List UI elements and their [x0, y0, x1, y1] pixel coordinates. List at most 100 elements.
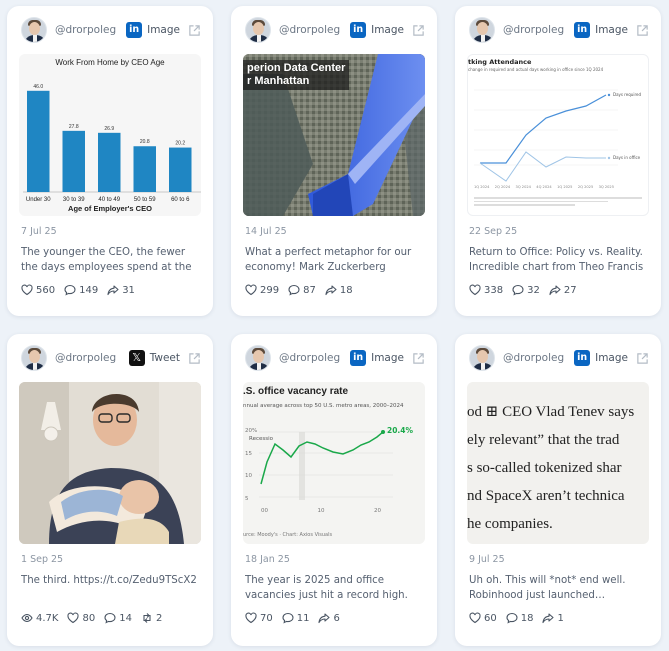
engagement-stats: 60 18 1 — [469, 612, 647, 624]
comment-icon — [512, 284, 524, 296]
vacancy-line-chart — [259, 430, 393, 500]
category-label: 60 to 6 — [171, 197, 190, 203]
comment-icon — [506, 612, 518, 624]
bar-chart: 46.0 Under 30 27.8 30 to 39 26.9 40 to 49 20.8… — [23, 84, 201, 203]
chart-bar — [169, 147, 192, 192]
source-badge: in Image — [350, 350, 404, 366]
x-tick-label: 1Q 2025 — [557, 185, 573, 189]
external-link-icon[interactable] — [412, 24, 425, 37]
post-card[interactable]: @drorpoleg in Image od ⊞ CEO Vlad Tenev … — [455, 334, 661, 646]
external-link-icon[interactable] — [636, 24, 649, 37]
post-card[interactable]: @drorpoleg in Image .S. office vacancy r… — [231, 334, 437, 646]
author-handle[interactable]: @drorpoleg — [279, 24, 350, 36]
father-baby-photo — [19, 382, 201, 544]
author-handle[interactable]: @drorpoleg — [55, 352, 129, 364]
shares-stat: 1 — [542, 612, 564, 624]
x-tick-label: 2Q 2024 — [494, 185, 511, 189]
chart-source: urce: Moody's · Chart: Axios Visuals — [243, 532, 333, 538]
source-label: Image — [371, 24, 404, 36]
category-label: Under 30 — [26, 197, 51, 203]
author-handle[interactable]: @drorpoleg — [55, 24, 126, 36]
post-date: 7 Jul 25 — [21, 226, 57, 237]
likes-stat: 338 — [469, 284, 503, 296]
x-tick-label: 3Q 2025 — [598, 185, 614, 189]
y-tick-label: 10 — [245, 473, 252, 480]
post-card[interactable]: @drorpoleg in Image Work From Home by CE… — [7, 6, 213, 316]
engagement-stats: 560 149 31 — [21, 284, 199, 296]
heart-icon — [469, 284, 481, 296]
avatar — [469, 17, 495, 43]
post-image-vacancy-chart[interactable]: .S. office vacancy rate nnual average ac… — [243, 382, 425, 544]
engagement-stats: 338 32 27 — [469, 284, 647, 296]
quote-line: od ⊞ CEO Vlad Tenev says — [467, 404, 635, 420]
external-link-icon[interactable] — [412, 352, 425, 365]
category-label: 50 to 59 — [134, 197, 156, 203]
comments-stat: 32 — [512, 284, 540, 296]
source-label: Tweet — [149, 352, 180, 364]
author-handle[interactable]: @drorpoleg — [503, 24, 574, 36]
source-badge: in Image — [126, 22, 180, 38]
post-photo[interactable] — [19, 382, 201, 544]
card-header: @drorpoleg in Image — [7, 6, 213, 54]
external-link-icon[interactable] — [188, 24, 201, 37]
post-text: Uh oh. This will *not* end well. Robinho… — [469, 575, 626, 601]
linkedin-icon: in — [574, 22, 591, 38]
engagement-stats: 4.7K 80 14 2 — [21, 612, 199, 624]
x-tick-label: 4Q 2024 — [536, 185, 552, 189]
quote-line: s so-called tokenized shar — [467, 460, 622, 476]
source-badge: in Image — [574, 22, 628, 38]
bar-value-label: 27.8 — [69, 124, 79, 130]
shares-stat: 6 — [318, 612, 340, 624]
post-card[interactable]: @drorpoleg in Image perion Data Center r… — [231, 6, 437, 316]
post-image-article-quote[interactable]: od ⊞ CEO Vlad Tenev says ely relevant” th… — [467, 382, 649, 544]
post-date: 22 Sep 25 — [469, 226, 518, 237]
avatar — [245, 17, 271, 43]
image-caption: perion Data Center r Manhattan — [243, 60, 350, 90]
author-handle[interactable]: @drorpoleg — [279, 352, 350, 364]
shares-stat: 31 — [107, 284, 135, 296]
post-date: 1 Sep 25 — [21, 554, 64, 565]
chart-end-label: 20.4% — [387, 426, 414, 435]
share-icon — [318, 613, 331, 624]
x-tick-label: 20 — [374, 508, 381, 514]
post-image-datacenter[interactable]: perion Data Center r Manhattan — [243, 54, 425, 216]
bar-value-label: 20.2 — [175, 141, 185, 147]
linkedin-icon: in — [574, 350, 591, 366]
heart-icon — [21, 284, 33, 296]
x-tick-label: 10 — [317, 508, 325, 514]
chart-x-label: Age of Employer's CEO — [68, 204, 152, 213]
source-label: Image — [147, 24, 180, 36]
share-icon — [107, 285, 119, 296]
heart-icon — [245, 612, 257, 624]
post-image-chart[interactable]: Work From Home by CEO Age 46.0 Under 30 27… — [19, 54, 201, 216]
author-handle[interactable]: @drorpoleg — [503, 352, 574, 364]
quote-line: ely relevant” that the trad — [467, 432, 620, 448]
avatar — [21, 345, 47, 371]
post-image-attendance-chart[interactable]: tking Attendance change in required and … — [467, 54, 649, 216]
post-card[interactable]: @drorpoleg 𝕏 Tweet 1 Sep 25 The third. h… — [7, 334, 213, 646]
chart-x-axis: 00 10 20 — [261, 508, 381, 514]
likes-stat: 299 — [245, 284, 279, 296]
external-link-icon[interactable] — [636, 352, 649, 365]
source-badge: in Image — [350, 22, 404, 38]
avatar — [469, 345, 495, 371]
external-link-icon[interactable] — [188, 352, 201, 365]
chart-footnote — [474, 197, 642, 213]
post-text: What a perfect metaphor for our economy!… — [245, 247, 412, 273]
post-card[interactable]: @drorpoleg in Image tking Attendance cha… — [455, 6, 661, 316]
likes-stat: 70 — [245, 612, 273, 624]
chart-y-axis: 20% 15 10 5 — [245, 428, 257, 502]
avatar — [245, 345, 271, 371]
post-text: The third. https://t.co/Zedu9TScX2 — [21, 575, 197, 586]
source-label: Image — [595, 24, 628, 36]
comments-stat: 18 — [506, 612, 533, 624]
post-date: 9 Jul 25 — [469, 554, 505, 565]
post-date: 18 Jan 25 — [245, 554, 290, 565]
source-label: Image — [595, 352, 628, 364]
quote-line: he companies. — [467, 516, 553, 532]
chart-bar — [62, 130, 85, 192]
heart-icon — [469, 612, 481, 624]
post-text: The year is 2025 and office vacancies ju… — [245, 575, 408, 601]
article-quote: od ⊞ CEO Vlad Tenev says ely relevant” th… — [467, 398, 634, 538]
chart-x-axis: 1Q 2024 2Q 2024 3Q 2024 4Q 2024 1Q 2025 2Q 20… — [474, 185, 614, 189]
